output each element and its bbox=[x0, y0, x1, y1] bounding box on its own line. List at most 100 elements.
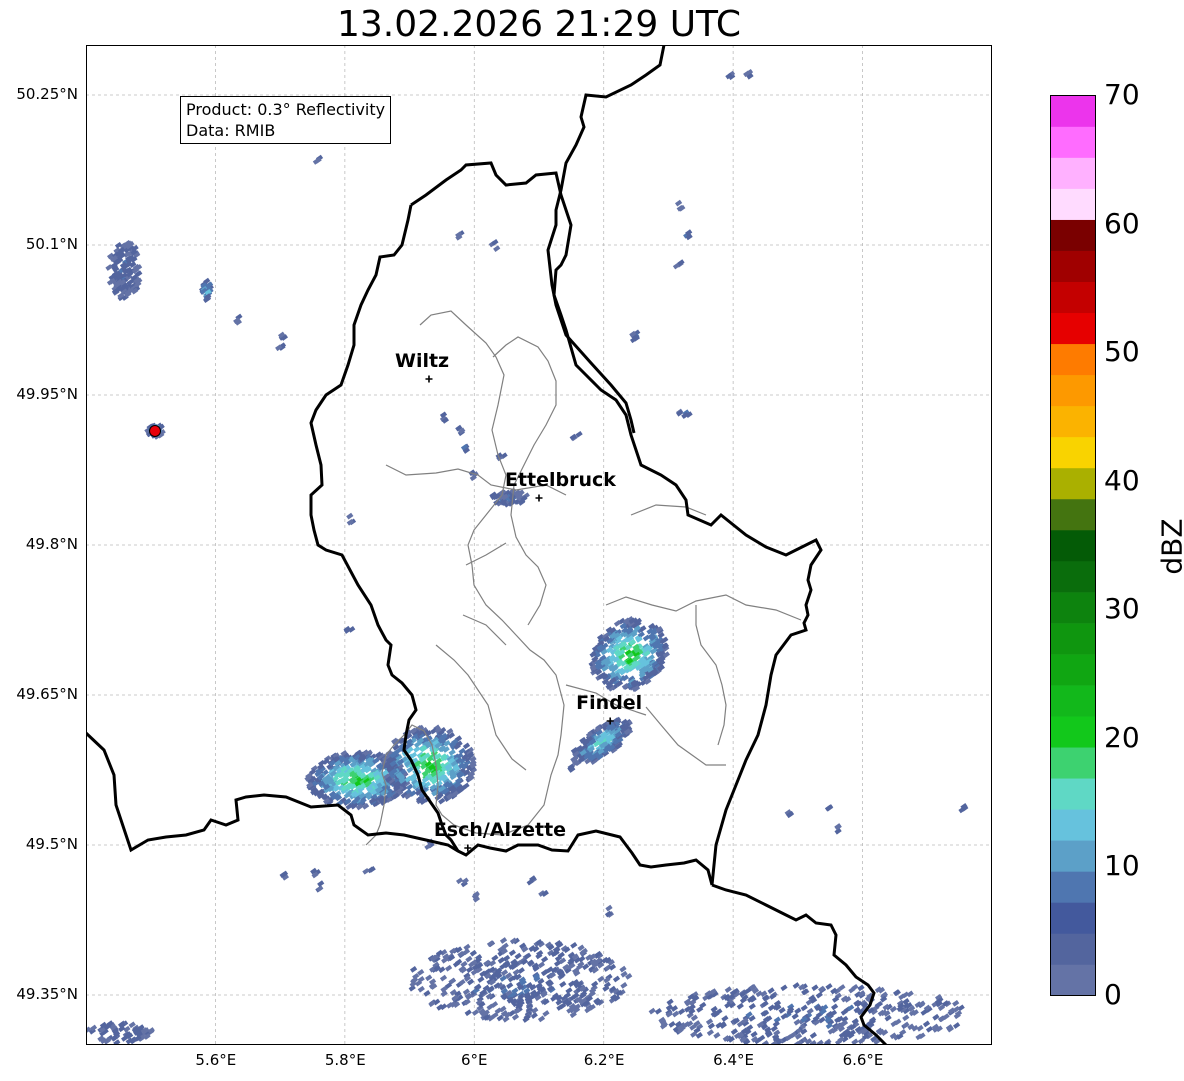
colorbar-bin bbox=[1050, 964, 1096, 996]
echo-pixel bbox=[477, 976, 485, 983]
colorbar-bin bbox=[1050, 219, 1096, 251]
colorbar-bin bbox=[1050, 498, 1096, 531]
echo-pixel bbox=[902, 1014, 910, 1022]
colorbar-tick-label: 50 bbox=[1104, 335, 1140, 369]
echo-pixel bbox=[462, 742, 471, 750]
lon-tick-label: 6.4°E bbox=[713, 1051, 754, 1069]
echo-pixel bbox=[488, 959, 497, 967]
echo-pixel bbox=[499, 937, 508, 944]
echo-pixel bbox=[952, 999, 960, 1007]
colorbar-bin bbox=[1050, 654, 1096, 686]
colorbar-tick-label: 70 bbox=[1104, 78, 1140, 111]
echo-pixel bbox=[780, 984, 788, 992]
echo-pixel bbox=[591, 980, 599, 988]
echo-pixel bbox=[713, 1032, 721, 1039]
colorbar-bin bbox=[1050, 343, 1096, 376]
echo-pixel bbox=[791, 1012, 799, 1020]
echo-pixel bbox=[648, 1007, 656, 1015]
echo-pixel bbox=[794, 1007, 802, 1015]
colorbar-bin bbox=[1050, 312, 1096, 345]
lat-tick-label: 49.35°N bbox=[16, 985, 78, 1003]
echo-pixel bbox=[666, 998, 674, 1006]
colorbar-bin bbox=[1050, 840, 1096, 872]
echo-pixel bbox=[317, 880, 325, 887]
colorbar-bin bbox=[1050, 933, 1096, 965]
radar-site-marker bbox=[149, 425, 161, 437]
echo-pixel bbox=[493, 245, 501, 252]
colorbar-bin bbox=[1050, 716, 1096, 748]
colorbar-bin bbox=[1050, 188, 1096, 220]
echo-pixel bbox=[811, 984, 819, 992]
product-info-box: Product: 0.3° Reflectivity Data: RMIB bbox=[180, 96, 392, 144]
lon-tick-label: 5.8°E bbox=[324, 1051, 366, 1069]
graticule bbox=[86, 45, 992, 1045]
city-label: Wiltz bbox=[394, 350, 450, 372]
echo-pixel bbox=[736, 1002, 744, 1010]
lat-tick-label: 49.8°N bbox=[25, 535, 78, 553]
colorbar-tick-label: 20 bbox=[1104, 720, 1140, 754]
echo-pixel bbox=[423, 990, 431, 997]
colorbar-bin bbox=[1050, 436, 1096, 469]
colorbar-bin bbox=[1050, 623, 1096, 655]
lon-tick-label: 5.6°E bbox=[195, 1051, 237, 1069]
colorbar-bin bbox=[1050, 250, 1096, 282]
echo-pixel bbox=[559, 980, 567, 988]
echo-pixel bbox=[800, 1004, 808, 1012]
city-label: Ettelbruck bbox=[505, 469, 616, 491]
colorbar-bin bbox=[1050, 561, 1096, 593]
map-canvas bbox=[86, 45, 992, 1045]
lat-tick-label: 50.1°N bbox=[25, 235, 78, 253]
colorbar-bin bbox=[1050, 902, 1096, 934]
echo-pixel bbox=[439, 974, 448, 982]
colorbar-tick-label: 40 bbox=[1104, 463, 1140, 497]
echo-pixel bbox=[508, 949, 517, 957]
echo-pixel bbox=[445, 964, 453, 972]
colorbar-bin bbox=[1050, 126, 1096, 158]
colorbar-bin bbox=[1050, 871, 1096, 903]
lon-tick-label: 6°E bbox=[461, 1051, 488, 1069]
colorbar-tick-label: 30 bbox=[1104, 592, 1140, 626]
echo-pixel bbox=[654, 1007, 663, 1015]
colorbar-bin bbox=[1050, 747, 1096, 779]
lat-tick-label: 49.65°N bbox=[16, 685, 78, 703]
colorbar-bin bbox=[1050, 778, 1096, 810]
echo-pixel bbox=[464, 1009, 472, 1017]
colorbar-tick-label: 10 bbox=[1104, 849, 1140, 883]
colorbar-bin bbox=[1050, 157, 1096, 189]
echo-pixel bbox=[806, 1007, 814, 1015]
colorbar-bin bbox=[1050, 467, 1096, 500]
echo-pixel bbox=[362, 867, 370, 875]
lat-tick-label: 49.5°N bbox=[25, 835, 78, 853]
echo-pixel bbox=[831, 1003, 839, 1011]
city-label: Findel bbox=[576, 692, 643, 714]
echo-pixel bbox=[809, 1032, 818, 1039]
echo-pixel bbox=[491, 954, 499, 962]
colorbar-bin bbox=[1050, 95, 1096, 127]
lon-tick-label: 6.2°E bbox=[583, 1051, 625, 1069]
colorbar-bin bbox=[1050, 281, 1096, 314]
colorbar-bin bbox=[1050, 529, 1096, 562]
echo-pixel bbox=[506, 982, 514, 989]
echo-pixel bbox=[463, 943, 471, 951]
echo-pixel bbox=[620, 982, 628, 989]
echo-pixel bbox=[542, 1010, 550, 1017]
colorbar-tick-label: 0 bbox=[1104, 978, 1122, 1011]
radar-map[interactable]: Product: 0.3° Reflectivity Data: RMIB bbox=[86, 45, 992, 1045]
lat-tick-label: 50.25°N bbox=[16, 85, 78, 103]
colorbar-bin bbox=[1050, 685, 1096, 717]
city-label: Esch/Alzette bbox=[433, 819, 567, 841]
echo-pixel bbox=[605, 904, 613, 912]
colorbar-tick-label: 60 bbox=[1104, 206, 1140, 240]
echo-pixel bbox=[514, 952, 522, 960]
colorbar-bin bbox=[1050, 592, 1096, 624]
echo-pixel bbox=[569, 433, 577, 441]
echo-pixel bbox=[906, 990, 914, 998]
echo-pixel bbox=[417, 985, 425, 993]
echo-pixel bbox=[465, 955, 473, 963]
map-title: 13.02.2026 21:29 UTC bbox=[336, 4, 742, 45]
echo-pixel bbox=[953, 1022, 961, 1029]
echo-pixel bbox=[410, 966, 418, 973]
echo-pixel bbox=[469, 949, 478, 957]
echo-pixel bbox=[857, 984, 865, 992]
echo-pixel bbox=[425, 974, 433, 982]
